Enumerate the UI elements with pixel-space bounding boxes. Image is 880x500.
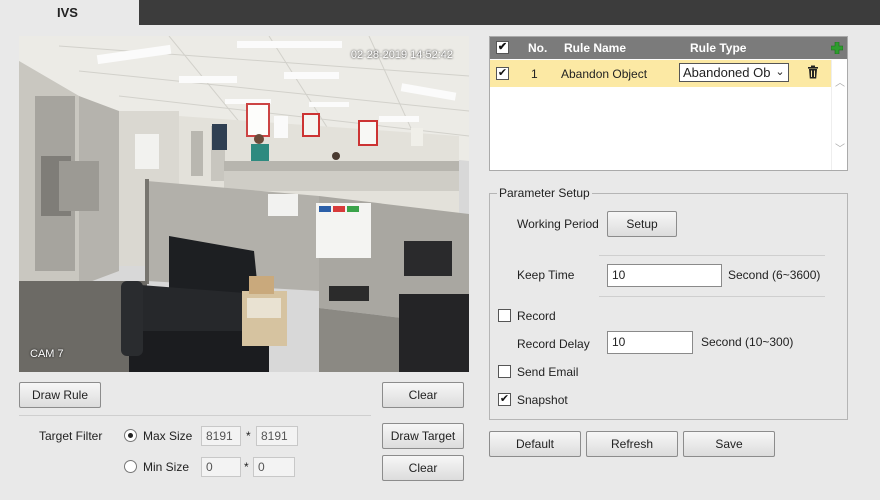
max-size-radio[interactable] — [124, 429, 137, 442]
chevron-down-icon[interactable]: ﹀ — [835, 140, 845, 155]
table-row[interactable]: ✔ 1 Abandon Object Abandoned Ob ⌄ — [490, 60, 831, 87]
rule-type-select[interactable]: Abandoned Ob ⌄ — [679, 63, 789, 82]
snapshot-label: Snapshot — [517, 393, 568, 407]
min-size-label: Min Size — [143, 460, 190, 474]
max-height-field[interactable]: 8191 — [256, 426, 298, 446]
send-email-label: Send Email — [517, 365, 579, 379]
refresh-button[interactable]: Refresh — [586, 431, 678, 457]
rule-table: ✔ No. Rule Name Rule Type ✔ 1 Abandon Ob… — [489, 36, 848, 171]
row-no: 1 — [531, 67, 538, 81]
snapshot-checkbox[interactable]: ✔ — [498, 393, 511, 406]
default-button[interactable]: Default — [489, 431, 581, 457]
clear-target-button[interactable]: Clear — [382, 455, 464, 481]
live-video-view[interactable]: 02-28-2019 14:52:42 CAM 7 — [19, 36, 469, 372]
record-delay-label: Record Delay — [517, 337, 590, 351]
keep-time-label: Keep Time — [517, 268, 575, 282]
col-rule-type: Rule Type — [690, 41, 747, 55]
table-scrollbar[interactable]: ︿ ﹀ — [831, 60, 847, 170]
rule-table-header: ✔ No. Rule Name Rule Type — [490, 37, 847, 59]
row-checkbox[interactable]: ✔ — [496, 67, 509, 80]
record-delay-unit: Second (10~300) — [701, 335, 794, 349]
chevron-up-icon[interactable]: ︿ — [835, 74, 845, 89]
max-width-field[interactable]: 8191 — [201, 426, 241, 446]
min-size-radio[interactable] — [124, 460, 137, 473]
select-all-checkbox[interactable]: ✔ — [496, 41, 509, 54]
video-timestamp: 02-28-2019 14:52:42 — [350, 49, 453, 61]
divider — [599, 255, 825, 256]
row-rule-name: Abandon Object — [561, 67, 648, 81]
times-sign: * — [246, 429, 251, 443]
setup-button[interactable]: Setup — [607, 211, 677, 237]
target-filter-label: Target Filter — [39, 429, 103, 443]
draw-target-button[interactable]: Draw Target — [382, 423, 464, 449]
draw-rule-button[interactable]: Draw Rule — [19, 382, 101, 408]
record-label: Record — [517, 309, 556, 323]
plus-icon[interactable] — [831, 42, 843, 54]
chevron-down-icon: ⌄ — [773, 64, 787, 81]
send-email-checkbox[interactable] — [498, 365, 511, 378]
clear-rule-button[interactable]: Clear — [382, 382, 464, 408]
divider — [599, 296, 825, 297]
record-delay-input[interactable]: 10 — [607, 331, 693, 354]
rule-type-value: Abandoned Ob — [683, 65, 771, 80]
camera-label: CAM 7 — [30, 348, 64, 360]
keep-time-unit: Second (6~3600) — [728, 268, 821, 282]
save-button[interactable]: Save — [683, 431, 775, 457]
working-period-label: Working Period — [517, 217, 599, 231]
camera-scene — [19, 36, 469, 372]
trash-icon[interactable] — [807, 65, 819, 79]
times-sign: * — [244, 460, 249, 474]
min-height-field[interactable]: 0 — [253, 457, 295, 477]
min-width-field[interactable]: 0 — [201, 457, 241, 477]
record-checkbox[interactable] — [498, 309, 511, 322]
parameter-setup-legend: Parameter Setup — [497, 186, 592, 200]
keep-time-input[interactable]: 10 — [607, 264, 722, 287]
col-rule-name: Rule Name — [564, 41, 627, 55]
col-no: No. — [528, 41, 548, 55]
divider — [19, 415, 371, 416]
tab-ivs[interactable]: IVS — [0, 0, 139, 25]
max-size-label: Max Size — [143, 429, 193, 443]
